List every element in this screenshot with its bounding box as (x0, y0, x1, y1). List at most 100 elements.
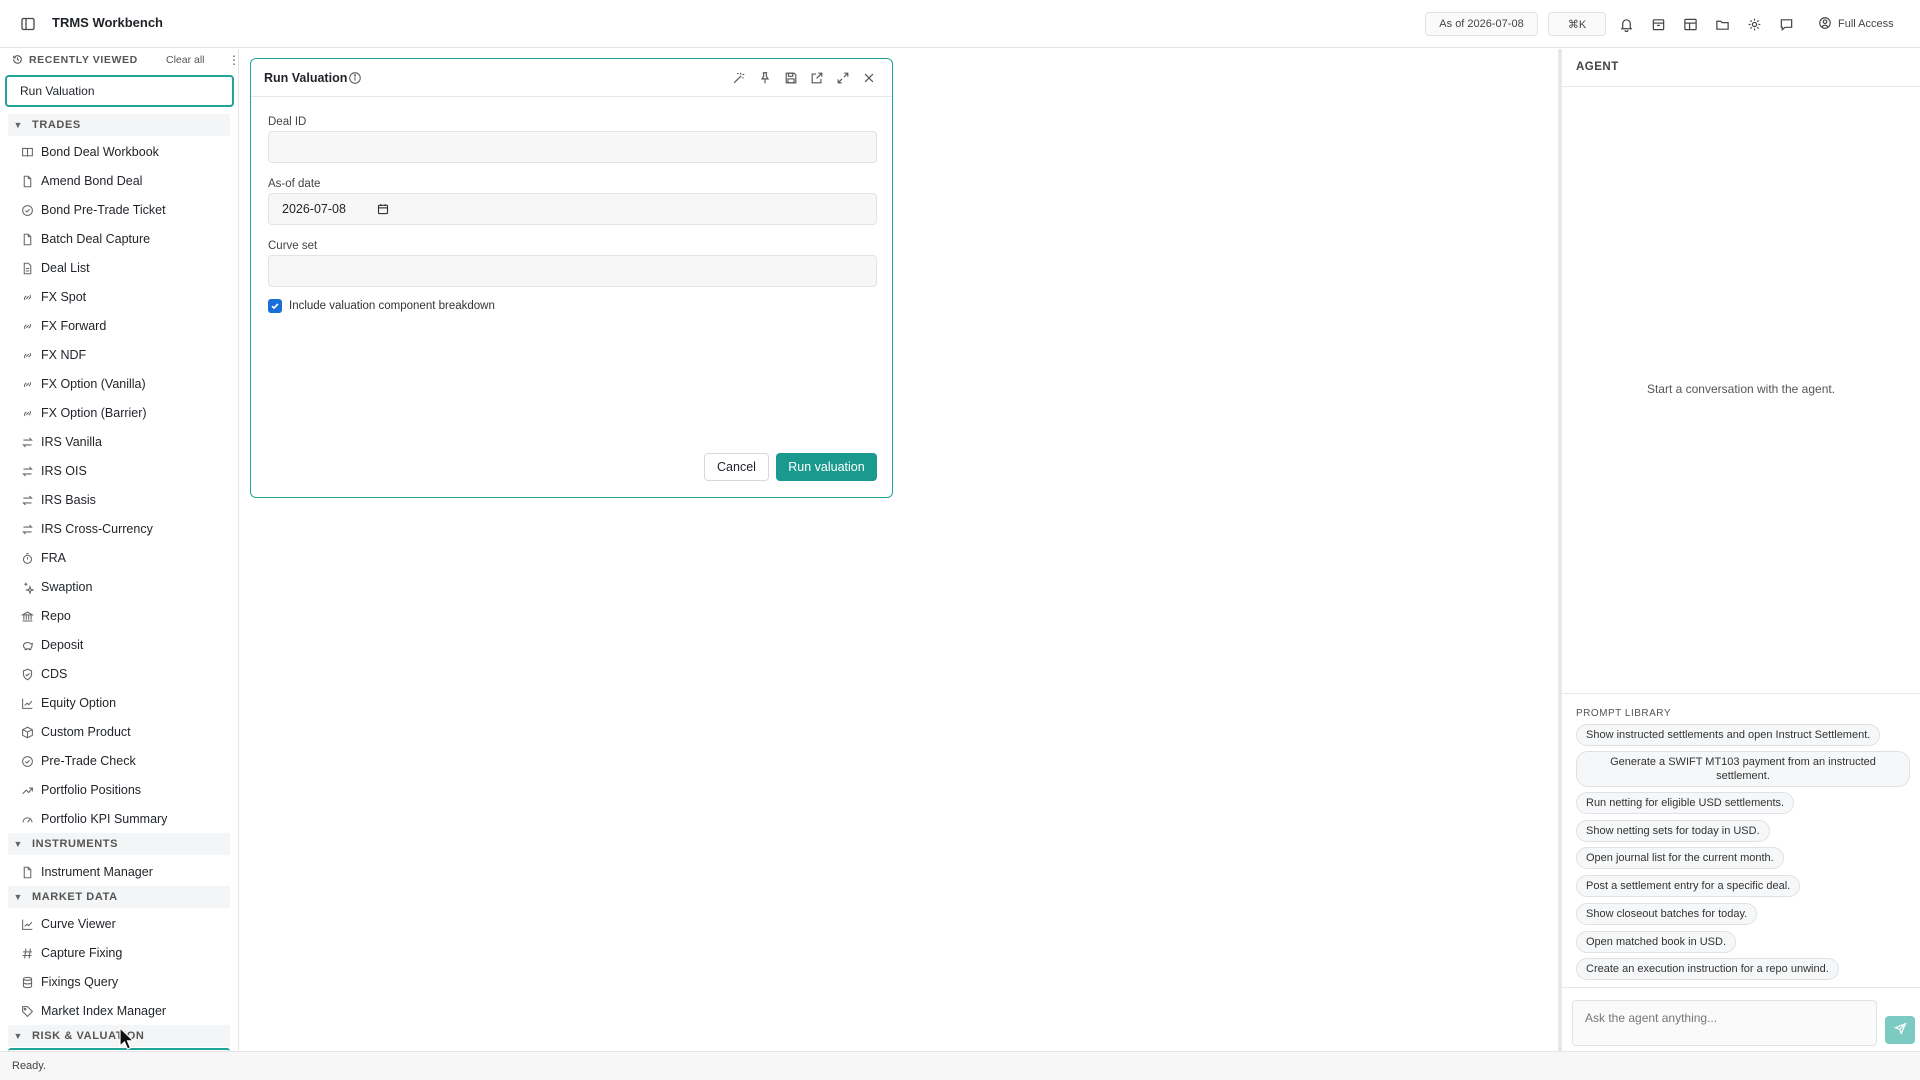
nav-item-fixings-query[interactable]: Fixings Query (20, 972, 118, 992)
bank-icon (20, 609, 34, 623)
swap-arrows-icon (20, 493, 34, 507)
nav-item-equity-option[interactable]: Equity Option (20, 693, 116, 713)
nav-item-deposit[interactable]: Deposit (20, 635, 83, 655)
user-icon (1818, 16, 1832, 33)
section-header-trades[interactable]: ▼ TRADES (8, 114, 230, 136)
save-icon[interactable] (783, 70, 799, 86)
prompt-chip[interactable]: Show closeout batches for today. (1576, 903, 1758, 925)
nav-item-portfolio-positions[interactable]: Portfolio Positions (20, 780, 141, 800)
calendar-icon[interactable] (377, 203, 389, 215)
nav-item-amend-bond-deal[interactable]: Amend Bond Deal (20, 171, 142, 191)
archive-icon[interactable] (1648, 14, 1668, 34)
nav-item-label: Deal List (41, 261, 90, 275)
magic-wand-icon[interactable] (731, 70, 747, 86)
prompt-chip[interactable]: Open journal list for the current month. (1576, 847, 1784, 869)
nav-item-portfolio-kpi-summary[interactable]: Portfolio KPI Summary (20, 809, 167, 829)
nav-item-fx-option-barrier[interactable]: FX Option (Barrier) (20, 403, 147, 423)
as-of-date-input[interactable]: 2026-07-08 (268, 193, 877, 225)
package-icon (20, 725, 34, 739)
gauge-icon (20, 812, 34, 826)
nav-item-label: Instrument Manager (41, 865, 153, 879)
prompt-chip[interactable]: Open matched book in USD. (1576, 931, 1737, 953)
nav-item-fx-ndf[interactable]: FX NDF (20, 345, 86, 365)
layout-icon[interactable] (1680, 14, 1700, 34)
maximize-icon[interactable] (835, 70, 851, 86)
nav-item-instrument-manager[interactable]: Instrument Manager (20, 862, 153, 882)
section-header-market-data[interactable]: ▼ MARKET DATA (8, 886, 230, 908)
nav-item-swaption[interactable]: Swaption (20, 577, 92, 597)
nav-item-bond-pre-trade-ticket[interactable]: Bond Pre-Trade Ticket (20, 200, 166, 220)
prompt-chip[interactable]: Run netting for eligible USD settlements… (1576, 792, 1795, 814)
folder-icon[interactable] (1712, 14, 1732, 34)
nav-item-irs-vanilla[interactable]: IRS Vanilla (20, 432, 102, 452)
panel-title: Run Valuation (264, 71, 348, 85)
gear-icon[interactable] (1744, 14, 1764, 34)
access-label: Full Access (1838, 18, 1894, 30)
nav-item-fra[interactable]: FRA (20, 548, 66, 568)
nav-item-label: IRS OIS (41, 464, 87, 478)
breakdown-checkbox[interactable] (268, 299, 282, 313)
deal-id-input[interactable] (268, 131, 877, 163)
agent-message-input[interactable]: Ask the agent anything... (1572, 1000, 1877, 1046)
prompt-chip[interactable]: Generate a SWIFT MT103 payment from an i… (1576, 751, 1910, 787)
nav-item-fx-forward[interactable]: FX Forward (20, 316, 106, 336)
agent-input-area: Ask the agent anything... (1562, 987, 1920, 1051)
section-header-instruments[interactable]: ▼ INSTRUMENTS (8, 833, 230, 855)
send-button[interactable] (1885, 1016, 1915, 1044)
nav-item-label: Portfolio KPI Summary (41, 812, 168, 826)
nav-item-fx-spot[interactable]: FX Spot (20, 287, 86, 307)
curve-set-input[interactable] (268, 255, 877, 287)
cancel-button[interactable]: Cancel (704, 453, 769, 481)
as-of-date-badge[interactable]: As of 2026-07-08 (1425, 12, 1538, 36)
curve-set-label: Curve set (268, 240, 318, 252)
nav-item-custom-product[interactable]: Custom Product (20, 722, 131, 742)
more-options-icon[interactable]: ⋮ (228, 53, 238, 67)
run-valuation-button[interactable]: Run valuation (776, 453, 877, 481)
nav-item-fx-option-vanilla[interactable]: FX Option (Vanilla) (20, 374, 146, 394)
nav-item-pre-trade-check[interactable]: Pre-Trade Check (20, 751, 136, 771)
recent-item-run-valuation[interactable]: Run Valuation (5, 75, 234, 107)
link-icon (20, 348, 34, 362)
breakdown-checkbox-row[interactable]: Include valuation component breakdown (268, 299, 495, 313)
chevron-down-icon: ▼ (13, 892, 23, 902)
prompt-chip[interactable]: Show netting sets for today in USD. (1576, 820, 1770, 842)
nav-item-label: Market Index Manager (41, 1004, 167, 1018)
nav-item-irs-ois[interactable]: IRS OIS (20, 461, 87, 481)
command-palette-button[interactable]: ⌘K (1548, 12, 1606, 36)
recently-viewed-title: RECENTLY VIEWED (29, 54, 138, 66)
mouse-cursor-icon (118, 1026, 138, 1051)
info-icon[interactable] (348, 71, 362, 85)
external-link-icon[interactable] (809, 70, 825, 86)
chevron-down-icon: ▼ (13, 839, 23, 849)
agent-empty-state: Start a conversation with the agent. (1646, 382, 1836, 396)
piggy-bank-icon (20, 638, 34, 652)
sidebar-toggle-icon[interactable] (18, 14, 38, 34)
nav-item-repo[interactable]: Repo (20, 606, 71, 626)
nav-item-market-index-manager[interactable]: Market Index Manager (20, 1001, 166, 1021)
agent-title: AGENT (1576, 61, 1619, 73)
nav-item-batch-deal-capture[interactable]: Batch Deal Capture (20, 229, 150, 249)
prompt-chip[interactable]: Show instructed settlements and open Ins… (1576, 724, 1881, 746)
nav-item-irs-cross-currency[interactable]: IRS Cross-Currency (20, 519, 153, 539)
nav-item-cds[interactable]: CDS (20, 664, 67, 684)
shield-icon (20, 667, 34, 681)
prompt-chip[interactable]: Post a settlement entry for a specific d… (1576, 875, 1801, 897)
prompt-chip[interactable]: Create an execution instruction for a re… (1576, 958, 1839, 980)
nav-item-irs-basis[interactable]: IRS Basis (20, 490, 96, 510)
pin-icon[interactable] (757, 70, 773, 86)
status-bar: Ready. (0, 1051, 1920, 1080)
nav-item-label: FX Option (Barrier) (41, 406, 147, 420)
nav-item-capture-fixing[interactable]: Capture Fixing (20, 943, 122, 963)
file-edit-icon (20, 865, 34, 879)
line-chart-icon (20, 696, 34, 710)
line-chart-icon (20, 917, 34, 931)
nav-item-bond-deal-workbook[interactable]: Bond Deal Workbook (20, 142, 159, 162)
nav-item-deal-list[interactable]: Deal List (20, 258, 90, 278)
clear-all-button[interactable]: Clear all (166, 54, 205, 66)
close-icon[interactable] (861, 70, 877, 86)
bell-icon[interactable] (1616, 14, 1636, 34)
nav-item-curve-viewer[interactable]: Curve Viewer (20, 914, 116, 934)
section-title: TRADES (32, 119, 81, 131)
chat-icon[interactable] (1776, 14, 1796, 34)
access-menu[interactable]: Full Access (1818, 14, 1894, 34)
